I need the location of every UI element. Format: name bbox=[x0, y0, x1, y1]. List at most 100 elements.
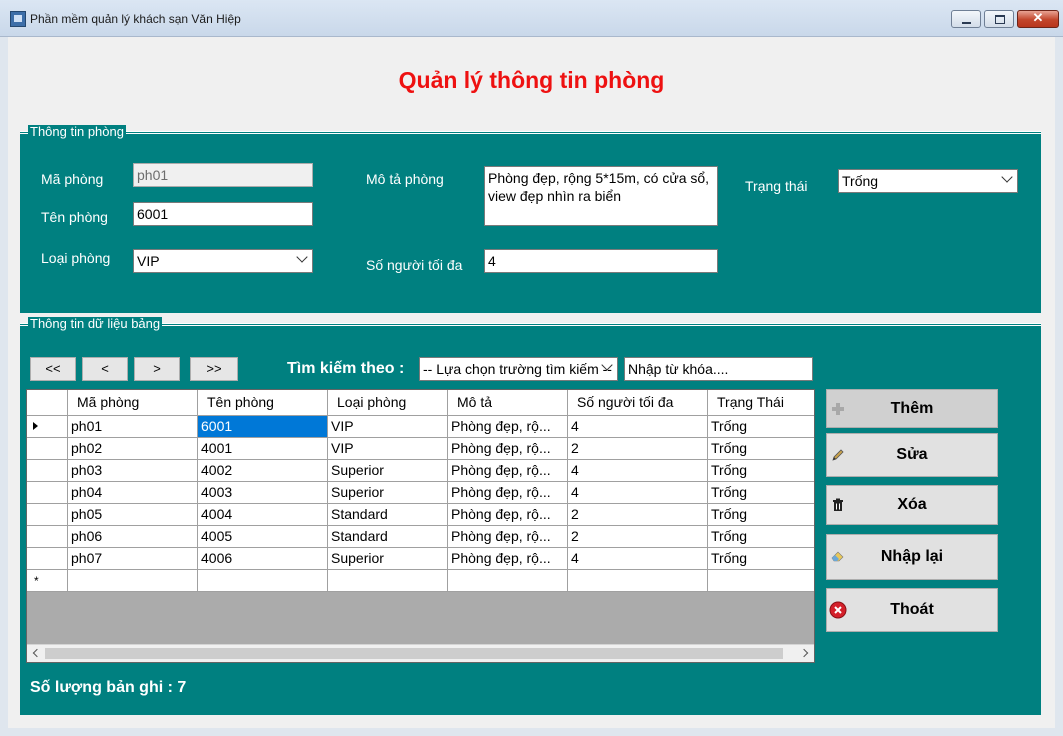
table-cell[interactable]: Standard bbox=[328, 526, 448, 548]
row-header[interactable] bbox=[27, 438, 68, 460]
table-row[interactable]: ph03 4002 Superior Phòng đẹp, rộ... 4 Trống bbox=[27, 460, 814, 482]
table-cell[interactable]: 4006 bbox=[198, 548, 328, 570]
table-cell[interactable]: 6001 bbox=[198, 416, 328, 438]
table-cell[interactable]: Superior bbox=[328, 482, 448, 504]
table-cell[interactable]: Phòng đẹp, rộ... bbox=[448, 504, 568, 526]
table-cell[interactable]: Trống bbox=[708, 526, 814, 548]
table-cell[interactable]: Trống bbox=[708, 460, 814, 482]
table-cell[interactable]: Trống bbox=[708, 504, 814, 526]
table-cell[interactable] bbox=[568, 570, 708, 592]
new-row-marker: * bbox=[34, 574, 39, 588]
table-cell[interactable]: Trống bbox=[708, 548, 814, 570]
table-cell[interactable]: Trống bbox=[708, 482, 814, 504]
chevron-down-icon bbox=[296, 251, 308, 263]
table-cell[interactable]: ph03 bbox=[68, 460, 198, 482]
column-header[interactable]: Mã phòng bbox=[68, 390, 198, 416]
table-row[interactable]: ph02 4001 VIP Phòng đẹp, rộ... 2 Trống bbox=[27, 438, 814, 460]
column-header[interactable]: Loại phòng bbox=[328, 390, 448, 416]
max-guests-field[interactable]: 4 bbox=[484, 249, 718, 273]
table-cell[interactable] bbox=[708, 570, 814, 592]
table-cell[interactable]: Trống bbox=[708, 438, 814, 460]
table-cell[interactable]: Phòng đẹp, rộ... bbox=[448, 460, 568, 482]
search-field-select[interactable]: -- Lựa chọn trường tìm kiếm -- bbox=[419, 357, 618, 381]
table-cell[interactable]: 4003 bbox=[198, 482, 328, 504]
table-cell[interactable]: 4002 bbox=[198, 460, 328, 482]
delete-button[interactable]: Xóa bbox=[826, 485, 998, 525]
description-field[interactable]: Phòng đẹp, rộng 5*15m, có cửa sổ, view đ… bbox=[484, 166, 718, 226]
horizontal-scrollbar[interactable] bbox=[27, 644, 814, 662]
table-cell[interactable]: VIP bbox=[328, 438, 448, 460]
table-cell[interactable] bbox=[68, 570, 198, 592]
last-record-button[interactable]: >> bbox=[190, 357, 238, 381]
new-row[interactable]: * bbox=[27, 570, 814, 592]
search-input[interactable]: Nhập từ khóa.... bbox=[624, 357, 813, 381]
room-name-field[interactable]: 6001 bbox=[133, 202, 313, 226]
table-cell[interactable]: 2 bbox=[568, 526, 708, 548]
table-cell[interactable]: 2 bbox=[568, 438, 708, 460]
delete-button-label: Xóa bbox=[897, 496, 927, 513]
table-row[interactable]: ph01 6001 VIP Phòng đẹp, rộ... 4 Trống bbox=[27, 416, 814, 438]
table-cell[interactable]: Phòng đẹp, rộ... bbox=[448, 526, 568, 548]
scroll-right-icon[interactable] bbox=[799, 648, 809, 658]
scroll-left-icon[interactable] bbox=[32, 648, 42, 658]
app-icon bbox=[10, 11, 26, 27]
table-cell[interactable]: Standard bbox=[328, 504, 448, 526]
table-row[interactable]: ph05 4004 Standard Phòng đẹp, rộ... 2 Trống bbox=[27, 504, 814, 526]
minimize-button[interactable] bbox=[951, 10, 981, 28]
table-cell[interactable] bbox=[328, 570, 448, 592]
table-cell[interactable]: 4 bbox=[568, 416, 708, 438]
table-cell[interactable]: VIP bbox=[328, 416, 448, 438]
table-cell[interactable] bbox=[448, 570, 568, 592]
table-cell[interactable]: ph05 bbox=[68, 504, 198, 526]
row-header[interactable] bbox=[27, 504, 68, 526]
table-cell[interactable]: ph02 bbox=[68, 438, 198, 460]
table-cell[interactable]: 4 bbox=[568, 548, 708, 570]
reset-button[interactable]: Nhập lại bbox=[826, 534, 998, 580]
table-cell[interactable]: Phòng đẹp, rộ... bbox=[448, 438, 568, 460]
room-type-select[interactable]: VIP bbox=[133, 249, 313, 273]
table-cell[interactable]: Trống bbox=[708, 416, 814, 438]
table-cell[interactable]: 4 bbox=[568, 460, 708, 482]
table-cell[interactable]: 4004 bbox=[198, 504, 328, 526]
table-cell[interactable]: Phòng đẹp, rộ... bbox=[448, 482, 568, 504]
column-header[interactable]: Số người tối đa bbox=[568, 390, 708, 416]
prev-record-button[interactable]: < bbox=[82, 357, 128, 381]
table-cell[interactable]: 4001 bbox=[198, 438, 328, 460]
row-header[interactable] bbox=[27, 526, 68, 548]
table-cell[interactable]: Phòng đẹp, rộ... bbox=[448, 548, 568, 570]
table-cell[interactable]: Superior bbox=[328, 548, 448, 570]
exit-button[interactable]: Thoát bbox=[826, 588, 998, 632]
table-cell[interactable]: ph06 bbox=[68, 526, 198, 548]
table-cell[interactable]: ph04 bbox=[68, 482, 198, 504]
table-cell[interactable]: Superior bbox=[328, 460, 448, 482]
column-header[interactable]: Mô tả bbox=[448, 390, 568, 416]
row-header[interactable]: * bbox=[27, 570, 68, 592]
row-header[interactable] bbox=[27, 460, 68, 482]
maximize-button[interactable] bbox=[984, 10, 1014, 28]
table-cell[interactable]: 4 bbox=[568, 482, 708, 504]
table-cell[interactable]: 4005 bbox=[198, 526, 328, 548]
record-count: Số lượng bản ghi : 7 bbox=[30, 679, 187, 696]
table-row[interactable]: ph04 4003 Superior Phòng đẹp, rộ... 4 Trống bbox=[27, 482, 814, 504]
scroll-thumb[interactable] bbox=[45, 648, 783, 659]
table-row[interactable]: ph06 4005 Standard Phòng đẹp, rộ... 2 Trống bbox=[27, 526, 814, 548]
close-button[interactable]: ✕ bbox=[1017, 10, 1059, 28]
rooms-grid[interactable]: Mã phòng Tên phòng Loại phòng Mô tả Số n… bbox=[26, 389, 815, 663]
table-cell[interactable]: ph07 bbox=[68, 548, 198, 570]
table-cell[interactable]: Phòng đẹp, rộ... bbox=[448, 416, 568, 438]
row-header[interactable] bbox=[27, 416, 68, 438]
first-record-button[interactable]: << bbox=[30, 357, 76, 381]
row-header[interactable] bbox=[27, 548, 68, 570]
row-header[interactable] bbox=[27, 482, 68, 504]
table-cell[interactable] bbox=[198, 570, 328, 592]
page-title: Quản lý thông tin phòng bbox=[398, 67, 665, 93]
next-record-button[interactable]: > bbox=[134, 357, 180, 381]
status-select[interactable]: Trống bbox=[838, 169, 1018, 193]
edit-button[interactable]: Sửa bbox=[826, 433, 998, 477]
column-header[interactable]: Tên phòng bbox=[198, 390, 328, 416]
column-header[interactable]: Trạng Thái bbox=[708, 390, 814, 416]
add-button[interactable]: Thêm bbox=[826, 389, 998, 428]
table-cell[interactable]: 2 bbox=[568, 504, 708, 526]
table-cell[interactable]: ph01 bbox=[68, 416, 198, 438]
table-row[interactable]: ph07 4006 Superior Phòng đẹp, rộ... 4 Trống bbox=[27, 548, 814, 570]
